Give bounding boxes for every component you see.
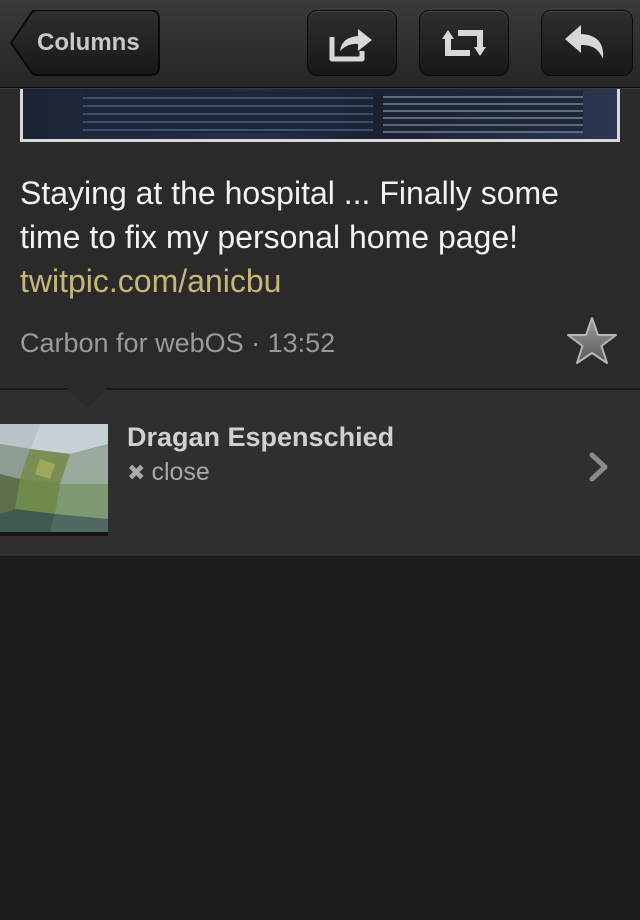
back-button-label: Columns: [37, 29, 140, 56]
screen: Columns Staying at the hospital ... Fina…: [0, 0, 640, 920]
tweet-meta: Carbon for webOS · 13:52: [20, 328, 336, 358]
divider-notch: [67, 388, 107, 408]
user-row[interactable]: Dragan Espenschied ✖ close: [0, 390, 640, 557]
reply-icon: [565, 25, 604, 59]
tweet-detail: Staying at the hospital ... Finally some…: [0, 87, 640, 389]
thumbnail-code-left: [83, 91, 373, 133]
share-icon: [329, 29, 372, 62]
empty-area: [0, 557, 640, 920]
avatar-image: [0, 424, 108, 532]
close-button[interactable]: ✖ close: [127, 458, 210, 487]
avatar: [0, 424, 108, 536]
close-label: close: [151, 458, 210, 486]
columns-back-button[interactable]: Columns: [10, 10, 160, 76]
favorite-star-icon[interactable]: [566, 316, 618, 366]
user-name: Dragan Espenschied: [127, 422, 395, 452]
close-icon: ✖: [127, 460, 146, 485]
tweet-media-thumbnail[interactable]: [20, 87, 620, 142]
chevron-right-icon: [589, 452, 608, 482]
tweet-body: Staying at the hospital ... Finally some…: [20, 175, 559, 255]
thumbnail-code-right: [383, 91, 583, 133]
retweet-button[interactable]: [419, 10, 509, 76]
retweet-icon: [442, 30, 486, 56]
tweet-text: Staying at the hospital ... Finally some…: [20, 171, 620, 303]
toolbar: Columns: [0, 0, 640, 88]
share-button[interactable]: [307, 10, 397, 76]
reply-button[interactable]: [541, 10, 633, 76]
tweet-link[interactable]: twitpic.com/anicbu: [20, 263, 281, 299]
